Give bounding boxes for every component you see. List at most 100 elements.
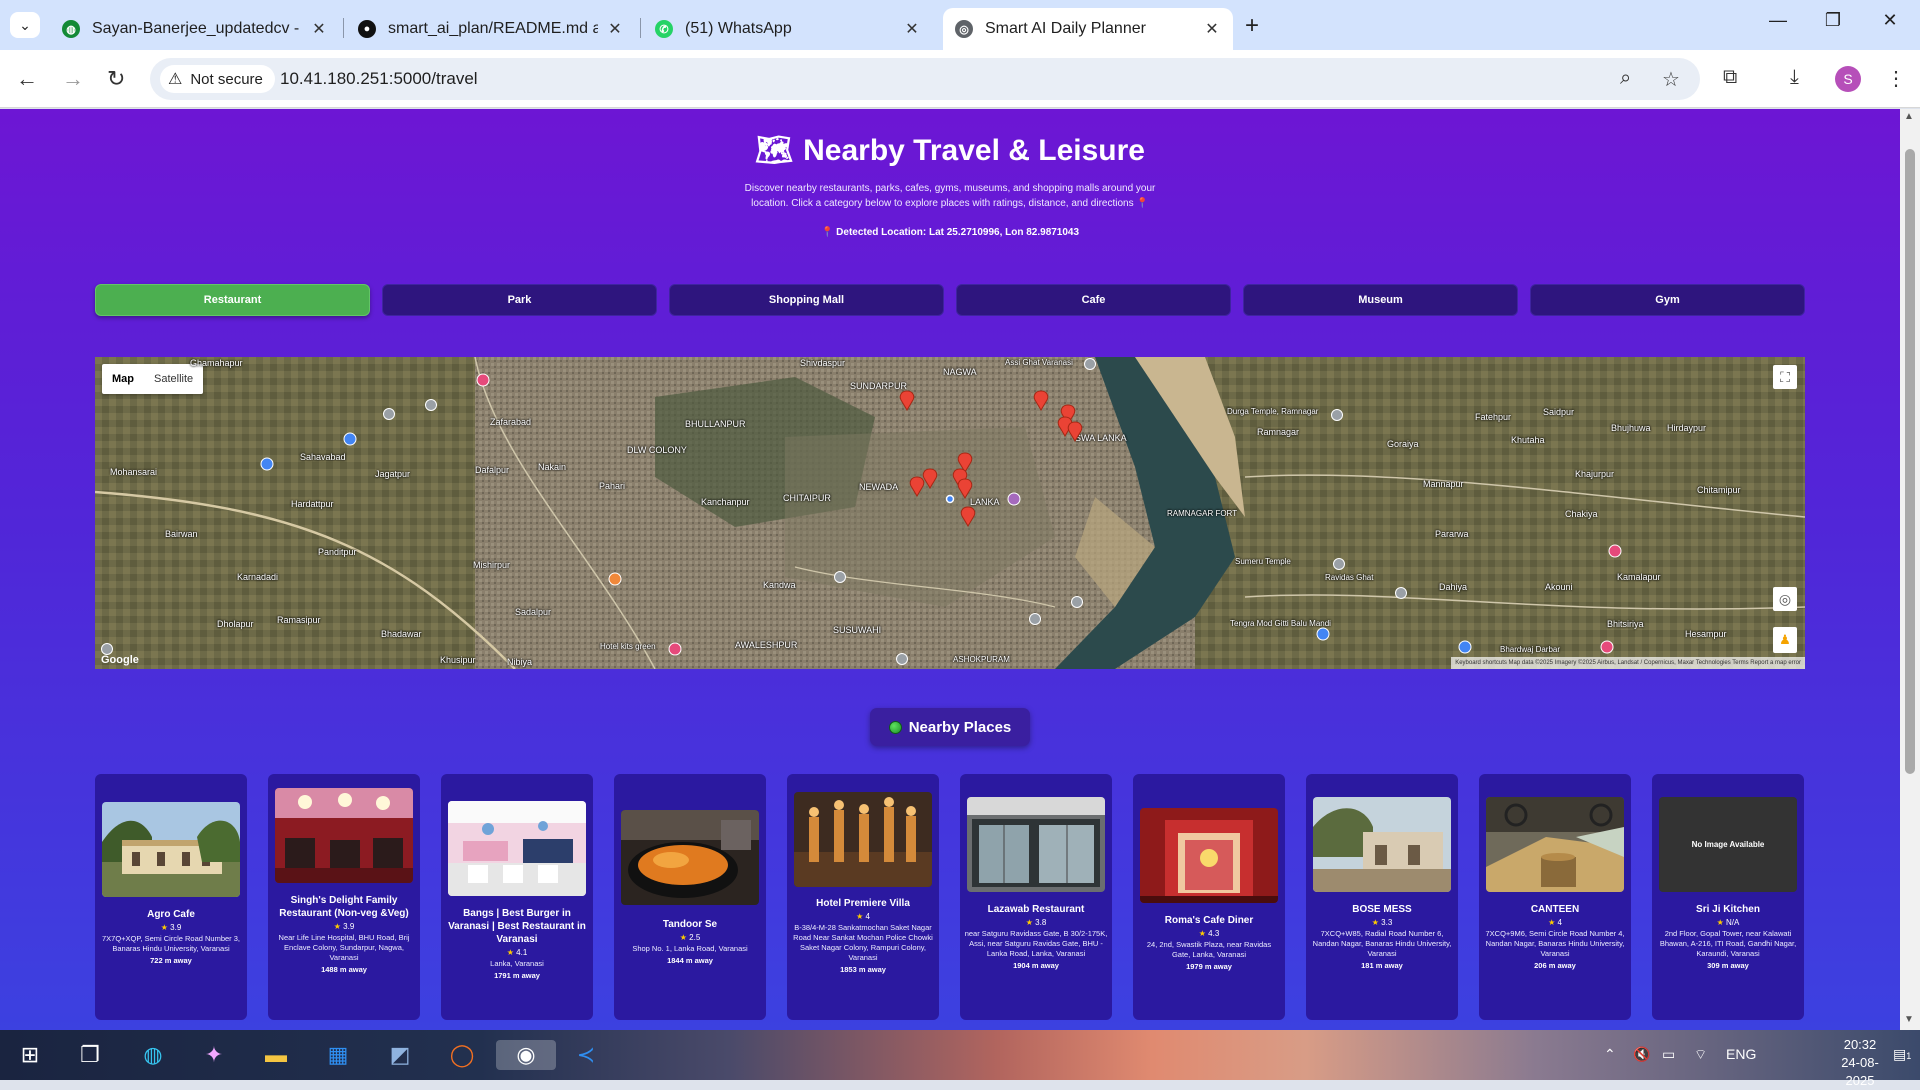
category-museum-button[interactable]: Museum bbox=[1243, 284, 1518, 316]
minimize-icon[interactable]: — bbox=[1758, 10, 1798, 31]
category-gym-button[interactable]: Gym bbox=[1530, 284, 1805, 316]
warning-icon: ⚠ bbox=[168, 71, 183, 88]
satellite-map[interactable]: Map Satellite ⛶ ◎ ♟ Google Keyboard shor… bbox=[95, 357, 1805, 669]
back-icon[interactable]: ← bbox=[16, 66, 38, 92]
poi-marker bbox=[383, 408, 395, 420]
place-photo bbox=[1486, 797, 1624, 892]
place-name: Bangs | Best Burger in Varanasi | Best R… bbox=[448, 908, 586, 945]
world-map-icon: 🗺 bbox=[755, 134, 794, 167]
poi-marker bbox=[1007, 492, 1021, 506]
map-marker bbox=[1033, 390, 1049, 411]
avatar[interactable]: S bbox=[1835, 66, 1861, 92]
star-icon: ★ bbox=[1716, 918, 1724, 927]
place-address: 7XCQ+W85, Radial Road Number 6, Nandan N… bbox=[1312, 929, 1452, 958]
battery-icon[interactable]: ▭ bbox=[1662, 1046, 1675, 1063]
tab-github[interactable]: ● smart_ai_plan/README.md at m ✕ bbox=[346, 8, 636, 50]
category-shopping-mall-button[interactable]: Shopping Mall bbox=[669, 284, 944, 316]
mute-icon[interactable]: 🔇 bbox=[1633, 1046, 1650, 1063]
language-indicator[interactable]: ENG bbox=[1726, 1046, 1756, 1062]
overleaf-icon: ◍ bbox=[62, 20, 80, 38]
extensions-icon[interactable]: ⧉ bbox=[1723, 66, 1737, 89]
omnibox[interactable]: ⚠ Not secure 10.41.180.251:5000/travel ⌕… bbox=[150, 58, 1700, 100]
chevron-up-icon[interactable]: ⌃ bbox=[1604, 1046, 1616, 1063]
tab-overleaf[interactable]: ◍ Sayan-Banerjee_updatedcv - Or ✕ bbox=[50, 8, 340, 50]
windows-start-icon[interactable]: ⊞ bbox=[14, 1040, 46, 1070]
place-address: 24, 2nd, Swastik Plaza, near Ravidas Gat… bbox=[1146, 940, 1272, 959]
place-card[interactable]: Lazawab Restaurant ★ 3.8 near Satguru Ra… bbox=[960, 774, 1112, 1020]
star-icon: ★ bbox=[1548, 918, 1556, 927]
zoom-icon[interactable]: ⌕ bbox=[1620, 67, 1631, 90]
place-card[interactable]: Hotel Premiere Villa ★ 4 B-38/4-M-28 San… bbox=[787, 774, 939, 1020]
scroll-down-icon[interactable]: ▼ bbox=[1904, 1014, 1914, 1025]
microsoft-store-icon[interactable]: ▦ bbox=[322, 1040, 354, 1070]
page-scrollbar[interactable]: ▲ ▼ bbox=[1900, 109, 1920, 1030]
place-card[interactable]: Bangs | Best Burger in Varanasi | Best R… bbox=[441, 774, 593, 1020]
poi-marker bbox=[1316, 627, 1330, 641]
scroll-up-icon[interactable]: ▲ bbox=[1904, 111, 1914, 122]
reload-icon[interactable]: ↻ bbox=[107, 66, 125, 92]
close-icon[interactable]: ✕ bbox=[1203, 19, 1221, 39]
close-icon[interactable]: ✕ bbox=[606, 19, 624, 39]
file-explorer-icon[interactable]: ▬ bbox=[260, 1040, 292, 1070]
place-distance: 1904 m away bbox=[1013, 961, 1059, 970]
security-chip[interactable]: ⚠ Not secure bbox=[160, 65, 275, 93]
forward-icon[interactable]: → bbox=[62, 66, 84, 92]
map-marker bbox=[1067, 421, 1083, 442]
place-card[interactable]: Singh's Delight Family Restaurant (Non-v… bbox=[268, 774, 420, 1020]
category-park-button[interactable]: Park bbox=[382, 284, 657, 316]
restore-icon[interactable]: ❐ bbox=[1813, 10, 1853, 31]
wifi-icon[interactable]: ⌔ bbox=[1694, 1046, 1707, 1064]
star-icon: ★ bbox=[506, 948, 514, 957]
jupyter-icon[interactable]: ◯ bbox=[446, 1040, 478, 1070]
star-icon: ★ bbox=[1198, 929, 1206, 938]
poi-marker bbox=[1458, 640, 1472, 654]
mysql-workbench-icon[interactable]: ◩ bbox=[384, 1040, 416, 1070]
place-card[interactable]: CANTEEN ★ 4 7XCQ+9M6, Semi Circle Road N… bbox=[1479, 774, 1631, 1020]
nearby-places-heading: Nearby Places bbox=[870, 708, 1030, 746]
place-card[interactable]: Tandoor Se ★ 2.5 Shop No. 1, Lanka Road,… bbox=[614, 774, 766, 1020]
place-distance: 309 m away bbox=[1707, 961, 1749, 970]
vscode-icon[interactable]: ≺ bbox=[570, 1040, 602, 1070]
place-card[interactable]: Roma's Cafe Diner ★ 4.3 24, 2nd, Swastik… bbox=[1133, 774, 1285, 1020]
place-name: CANTEEN bbox=[1530, 904, 1580, 915]
place-distance: 722 m away bbox=[150, 956, 192, 965]
copilot-icon[interactable]: ✦ bbox=[198, 1040, 230, 1070]
poi-marker bbox=[1600, 640, 1614, 654]
close-icon[interactable]: ✕ bbox=[903, 19, 921, 39]
place-card[interactable]: No Image Available Sri Ji Kitchen ★ N/A … bbox=[1652, 774, 1804, 1020]
place-address: Lanka, Varanasi bbox=[490, 959, 544, 968]
poi-marker bbox=[101, 643, 113, 655]
task-view-icon[interactable]: ❐ bbox=[74, 1040, 106, 1070]
place-card[interactable]: BOSE MESS ★ 3.3 7XCQ+W85, Radial Road Nu… bbox=[1306, 774, 1458, 1020]
system-clock[interactable]: 20:32 24-08-2025 bbox=[1830, 1036, 1890, 1090]
url-text[interactable]: 10.41.180.251:5000/travel bbox=[280, 69, 478, 89]
tab-search-icon[interactable]: ⌄ bbox=[10, 12, 40, 38]
place-distance: 206 m away bbox=[1534, 961, 1576, 970]
map-marker bbox=[960, 506, 976, 527]
window-close-icon[interactable]: ✕ bbox=[1870, 10, 1910, 31]
menu-icon[interactable]: ⋮ bbox=[1886, 66, 1906, 91]
category-cafe-button[interactable]: Cafe bbox=[956, 284, 1231, 316]
scroll-thumb[interactable] bbox=[1905, 149, 1915, 774]
new-tab-icon[interactable]: + bbox=[1245, 12, 1259, 40]
place-distance: 1488 m away bbox=[321, 965, 367, 974]
poi-marker bbox=[834, 571, 846, 583]
place-photo bbox=[1313, 797, 1451, 892]
tab-smart-ai-planner[interactable]: ◎ Smart AI Daily Planner ✕ bbox=[943, 8, 1233, 50]
download-icon[interactable]: ⤓ bbox=[1790, 66, 1799, 89]
bookmark-star-icon[interactable]: ☆ bbox=[1662, 67, 1680, 92]
page-description: Discover nearby restaurants, parks, cafe… bbox=[744, 183, 1156, 209]
place-rating: ★ 4.1 bbox=[506, 948, 528, 957]
edge-icon[interactable]: ◍ bbox=[137, 1040, 169, 1070]
place-card[interactable]: Agro Cafe ★ 3.9 7X7Q+XQP, Semi Circle Ro… bbox=[95, 774, 247, 1020]
close-icon[interactable]: ✕ bbox=[310, 19, 328, 39]
tab-whatsapp[interactable]: ✆ (51) WhatsApp ✕ bbox=[643, 8, 933, 50]
detected-location: 📍 Detected Location: Lat 25.2710996, Lon… bbox=[820, 227, 1080, 238]
chrome-icon[interactable]: ◉ bbox=[496, 1040, 556, 1070]
poi-marker bbox=[1071, 596, 1083, 608]
place-rating: ★ 3.9 bbox=[160, 923, 182, 932]
notifications-icon[interactable]: ▤1 bbox=[1893, 1046, 1911, 1063]
place-photo bbox=[967, 797, 1105, 892]
category-restaurant-button[interactable]: Restaurant bbox=[95, 284, 370, 316]
place-name: BOSE MESS bbox=[1352, 904, 1412, 915]
